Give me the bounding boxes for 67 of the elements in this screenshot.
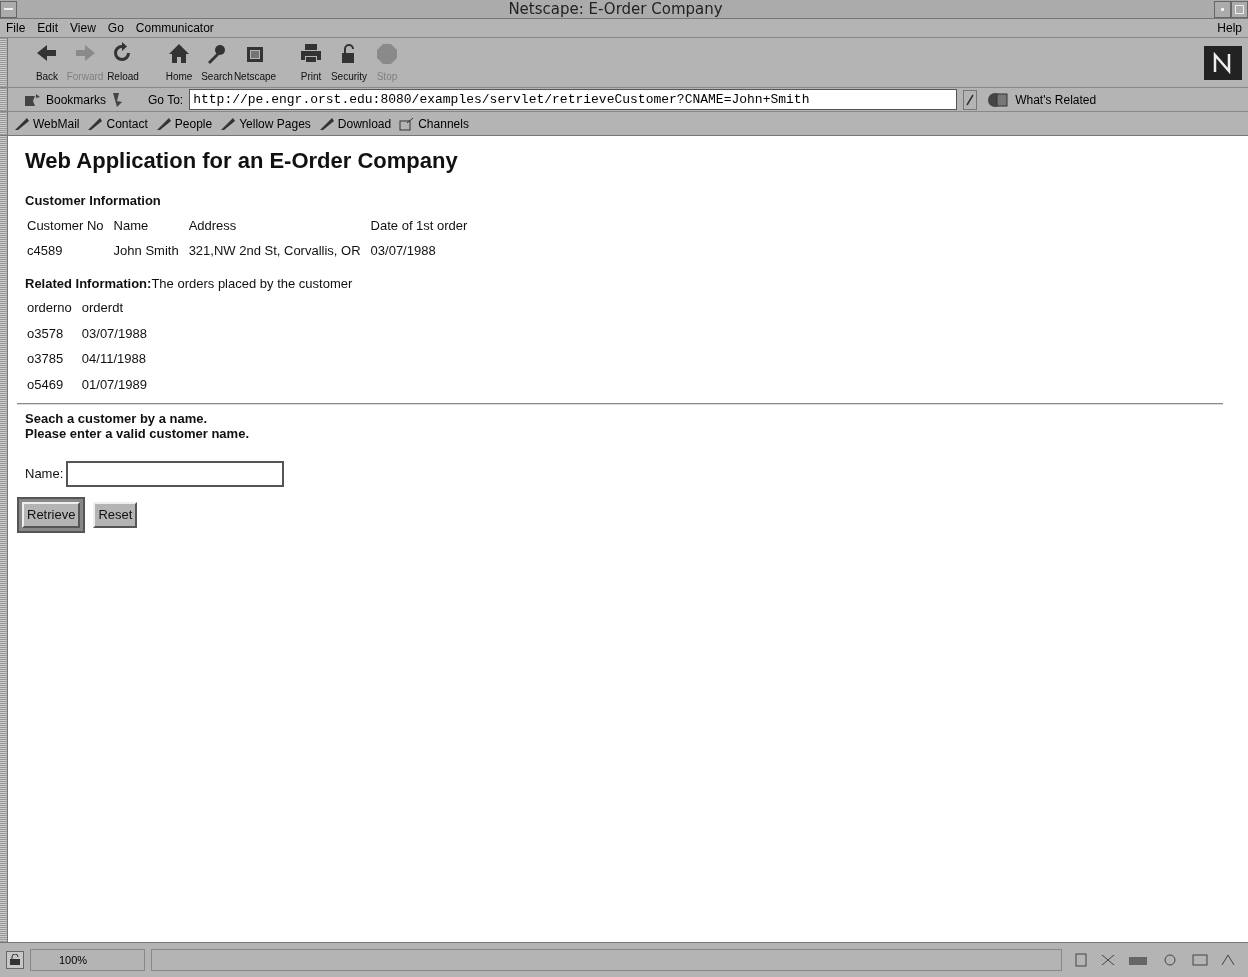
bookmark-link[interactable]: Download (318, 114, 392, 133)
table-cell-text: o3785 (26, 350, 65, 368)
table-cell-text: John Smith (112, 242, 180, 260)
bookmark-icon (155, 116, 172, 131)
table-cell-text: o5469 (26, 375, 65, 394)
security-status-icon[interactable] (6, 951, 24, 969)
menu-item[interactable]: View (70, 19, 96, 37)
toolbar-grip[interactable] (0, 112, 8, 135)
menu-item[interactable]: Go (107, 19, 124, 37)
bookmark-icon (318, 116, 335, 131)
table-cell-text: 03/07/1988 (369, 242, 437, 260)
menu-item[interactable]: File (6, 19, 26, 37)
bookmark-icon (87, 116, 104, 131)
column-header: Date of 1st order (369, 216, 469, 235)
toolbar-button[interactable]: Security (330, 41, 368, 84)
retrieve-button[interactable]: Retrieve (22, 502, 81, 528)
reset-button[interactable]: Reset (93, 502, 138, 528)
menu-item[interactable]: Communicator (135, 19, 214, 37)
bookmark-link[interactable]: WebMail (14, 114, 80, 133)
section-heading: Related Information:The orders placed by the customer (25, 274, 353, 293)
name-input-field[interactable] (66, 461, 285, 487)
table-cell-text: 01/07/1989 (80, 375, 148, 394)
section-heading: Customer Information (25, 192, 161, 210)
field-label: Name: (25, 465, 64, 484)
window-title: Netscape: E-Order Company (507, 0, 724, 20)
instruction-text: Seach a customer by a name. (25, 411, 209, 426)
minimize-icon[interactable] (1214, 0, 1231, 18)
toolbar-button[interactable]: Home (160, 41, 198, 84)
toolbar-button[interactable]: Print (292, 41, 330, 84)
bookmark-icon (220, 116, 237, 131)
menu-item[interactable]: Edit (37, 19, 59, 37)
table-cell-text: 04/11/1988 (80, 350, 147, 368)
window-menu-icon[interactable] (0, 0, 17, 18)
column-header: orderdt (80, 299, 124, 317)
channel-icon (399, 116, 416, 131)
bookmark-icon (24, 91, 42, 108)
bookmark-link[interactable]: Yellow Pages (220, 114, 311, 133)
table-cell-text: o3578 (26, 324, 65, 343)
progress-status: 100% (59, 952, 88, 968)
stop-icon (374, 41, 400, 67)
table-cell-text: 321,NW 2nd St, Corvallis, OR (187, 242, 362, 260)
column-header: orderno (26, 299, 73, 317)
table-cell-text: c4589 (26, 242, 64, 260)
column-header: Address (187, 216, 238, 235)
goto-label: Go To: (148, 91, 184, 109)
whats-related-button[interactable]: What's Related (983, 90, 1101, 109)
column-header: Customer No (26, 216, 105, 235)
table-cell-text: 03/07/1988 (80, 324, 148, 343)
netscape-logo (1204, 45, 1242, 80)
url-field[interactable]: http://pe.engr.orst.edu:8080/examples/servlet/retrieveCustomer?CNAME=John+Smith (189, 89, 958, 110)
bookmark-link[interactable]: Contact (87, 114, 148, 133)
dropdown-icon[interactable] (963, 89, 978, 110)
column-header: Name (112, 216, 150, 235)
menu-item[interactable]: Help (1217, 19, 1242, 37)
instruction-text: Please enter a valid customer name. (25, 426, 249, 441)
bookmark-icon (14, 116, 30, 131)
page-heading: Web Application for an E-Order Company (25, 147, 458, 175)
toolbar-button[interactable]: Back (28, 41, 66, 84)
bookmark-link[interactable]: Channels (399, 114, 469, 133)
bookmark-link[interactable]: People (155, 114, 213, 133)
toolbar-button[interactable]: Search (198, 41, 236, 84)
toolbar-button[interactable]: Netscape (236, 41, 274, 84)
toolbar-grip[interactable] (0, 38, 8, 87)
toolbar-button[interactable]: Reload (104, 41, 142, 84)
toolbar-grip[interactable] (0, 88, 8, 111)
maximize-icon[interactable] (1231, 0, 1248, 18)
bookmarks-button[interactable]: Bookmarks (14, 90, 135, 109)
